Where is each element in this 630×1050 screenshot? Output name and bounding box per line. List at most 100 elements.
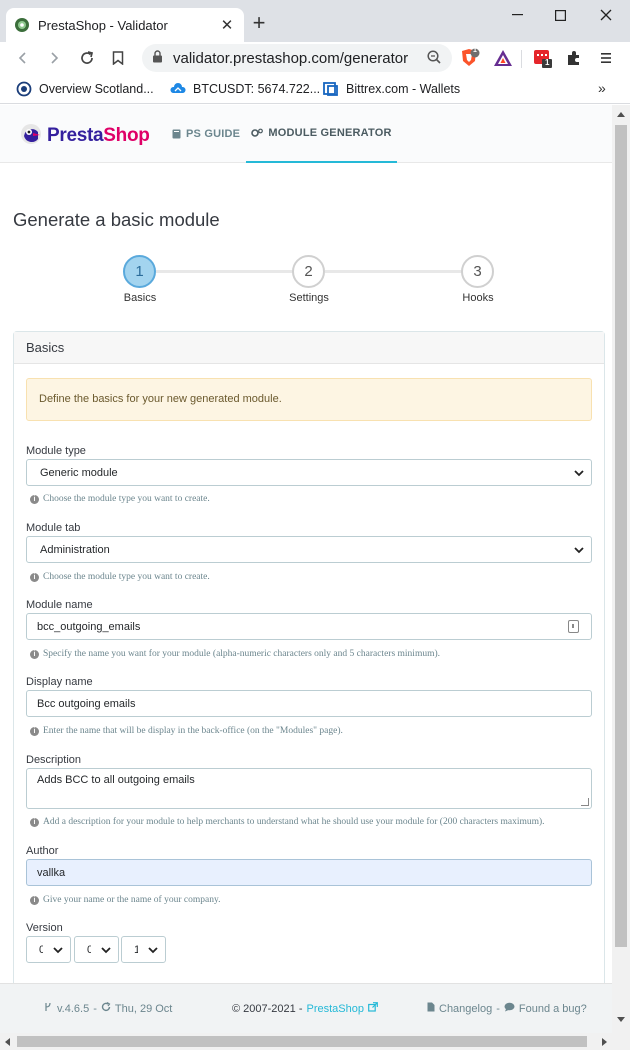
info-alert: Define the basics for your new generated… (26, 378, 592, 421)
nav-module-generator[interactable]: MODULE GENERATOR (246, 105, 397, 163)
address-bar[interactable]: validator.prestashop.com/generator (142, 44, 452, 72)
step-basics[interactable]: 1 (123, 255, 156, 288)
step-settings[interactable]: 2 (292, 255, 325, 288)
panel-heading: Basics (14, 332, 604, 364)
scroll-down-icon[interactable] (617, 1017, 625, 1022)
browser-tab[interactable]: PrestaShop - Validator ✕ (6, 8, 244, 42)
scroll-right-icon[interactable] (602, 1038, 607, 1046)
maximize-icon[interactable] (546, 4, 574, 26)
stepper-connector (156, 270, 293, 273)
step-hooks-label: Hooks (462, 292, 494, 304)
chevron-down-icon (574, 547, 584, 554)
cloud-icon (170, 81, 186, 97)
extensions-puzzle-icon[interactable] (563, 47, 585, 69)
footer-version: v.4.6.5 - Thu, 29 Oct (44, 1001, 172, 1015)
lock-icon (152, 50, 163, 66)
footer-links: Changelog - Found a bug? (427, 1002, 587, 1015)
prestashop-link[interactable]: PrestaShop (307, 1003, 364, 1015)
bookmarks-more-icon[interactable]: » (598, 80, 606, 96)
info-icon: i (30, 649, 39, 659)
autofill-key-icon[interactable] (568, 620, 579, 633)
book-icon (172, 129, 181, 139)
module-name-value: bcc_outgoing_emails (37, 620, 141, 633)
author-input[interactable]: vallka (26, 859, 592, 886)
stepper-connector (325, 270, 462, 273)
browser-menu-icon[interactable] (595, 47, 617, 69)
version-patch-select[interactable]: 1 (121, 936, 166, 963)
bookmark-overview-scotland[interactable]: Overview Scotland... (16, 80, 154, 98)
step-hooks[interactable]: 3 (461, 255, 494, 288)
author-label: Author (26, 845, 59, 857)
bookmark-icon[interactable] (106, 46, 130, 70)
display-name-value: Bcc outgoing emails (37, 697, 136, 710)
horizontal-scroll-thumb[interactable] (17, 1036, 587, 1047)
forward-icon[interactable] (42, 46, 66, 70)
description-label: Description (26, 754, 82, 766)
module-tab-select[interactable]: Administration (26, 536, 592, 563)
step-basics-label: Basics (123, 292, 157, 304)
version-minor-select[interactable]: 0 (74, 936, 119, 963)
module-type-select[interactable]: Generic module (26, 459, 592, 486)
extension-red-icon[interactable]: 1 (532, 47, 554, 69)
external-link-icon (368, 1002, 378, 1015)
scroll-left-icon[interactable] (5, 1038, 10, 1046)
prestashop-logo[interactable]: PrestaShop (20, 123, 150, 148)
chevron-down-icon (101, 947, 111, 954)
new-tab-icon[interactable]: + (249, 12, 269, 34)
shield-badge: 1 (473, 47, 477, 54)
site-header: PrestaShop PS GUIDE MODULE GENERATOR (0, 105, 612, 163)
horizontal-scrollbar[interactable] (0, 1033, 630, 1050)
browser-toolbar: validator.prestashop.com/generator 1 1 (0, 42, 630, 74)
window-close-icon[interactable] (592, 4, 620, 26)
globe-icon (16, 81, 32, 97)
page-title: Generate a basic module (13, 209, 220, 230)
site-footer: v.4.6.5 - Thu, 29 Oct © 2007-2021 - Pres… (0, 983, 612, 1033)
prestashop-favicon-icon (14, 17, 30, 33)
display-name-label: Display name (26, 676, 93, 688)
zoom-icon[interactable] (426, 49, 444, 67)
display-name-hint: i Enter the name that will be display in… (30, 726, 343, 736)
brave-rewards-icon[interactable] (492, 47, 514, 69)
module-type-hint: i Choose the module type you want to cre… (30, 494, 210, 504)
vertical-scroll-thumb[interactable] (615, 125, 627, 947)
description-textarea[interactable]: Adds BCC to all outgoing emails (26, 768, 592, 809)
brave-shield-icon[interactable]: 1 (458, 47, 480, 69)
module-name-label: Module name (26, 599, 93, 611)
bookmark-label: BTCUSDT: 5674.722... (193, 82, 321, 96)
browser-tab-bar: PrestaShop - Validator ✕ + (0, 0, 630, 42)
nav-module-generator-label: MODULE GENERATOR (268, 127, 392, 139)
bookmark-btcusdt[interactable]: BTCUSDT: 5674.722... (170, 80, 320, 98)
version-label: Version (26, 922, 63, 934)
bittrex-icon (323, 81, 339, 97)
module-type-label: Module type (26, 445, 86, 457)
basics-panel: Basics Define the basics for your new ge… (13, 331, 605, 1033)
module-name-hint: i Specify the name you want for your mod… (30, 649, 440, 659)
tab-title: PrestaShop - Validator (38, 17, 168, 33)
toolbar-divider (521, 50, 522, 68)
chevron-down-icon (574, 470, 584, 477)
module-tab-hint: i Choose the module type you want to cre… (30, 572, 210, 582)
back-icon[interactable] (11, 46, 35, 70)
module-tab-label: Module tab (26, 522, 81, 534)
bookmark-bittrex[interactable]: Bittrex.com - Wallets (323, 80, 460, 98)
changelog-link[interactable]: Changelog (439, 1003, 492, 1015)
info-icon: i (30, 494, 39, 504)
scroll-up-icon[interactable] (617, 112, 625, 117)
version-major-select[interactable]: 0 (26, 936, 71, 963)
minimize-icon[interactable] (503, 4, 531, 26)
extension-badge: 1 (545, 58, 550, 67)
module-tab-value: Administration (40, 543, 110, 556)
display-name-input[interactable]: Bcc outgoing emails (26, 690, 592, 717)
module-name-input[interactable]: bcc_outgoing_emails (26, 613, 592, 640)
found-a-bug-link[interactable]: Found a bug? (519, 1003, 587, 1015)
resize-handle-icon[interactable] (581, 798, 589, 806)
reload-icon[interactable] (75, 46, 99, 70)
tab-close-icon[interactable]: ✕ (218, 16, 236, 34)
chevron-down-icon (53, 947, 63, 954)
vertical-scrollbar[interactable] (612, 105, 630, 1033)
description-hint: i Add a description for your module to h… (30, 817, 545, 827)
module-type-value: Generic module (40, 466, 118, 479)
author-value: vallka (37, 866, 66, 879)
refresh-icon (101, 1001, 111, 1015)
nav-ps-guide[interactable]: PS GUIDE (172, 105, 240, 163)
